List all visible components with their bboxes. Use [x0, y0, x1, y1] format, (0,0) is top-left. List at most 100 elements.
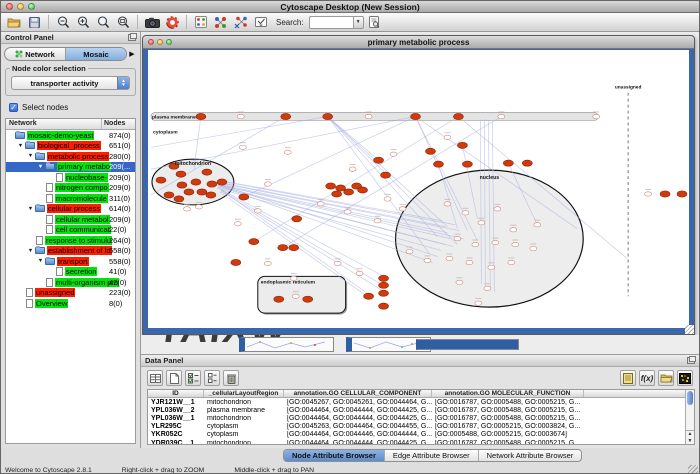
- create-attribute-icon[interactable]: [166, 370, 182, 386]
- table-column-header[interactable]: _cellularLayoutRegion: [204, 390, 284, 397]
- formula-builder-icon[interactable]: f(x): [639, 370, 655, 386]
- tree-row[interactable]: nitrogen compo209(0): [6, 183, 135, 194]
- gene-node[interactable]: [530, 246, 537, 250]
- gene-node-selected-function[interactable]: [522, 160, 532, 166]
- tree-row[interactable]: secretion41(0): [6, 267, 135, 278]
- select-attributes-icon[interactable]: [185, 370, 201, 386]
- gene-node-selected-function[interactable]: [281, 113, 291, 119]
- gene-node[interactable]: [344, 210, 351, 214]
- gene-node[interactable]: [239, 145, 246, 149]
- table-row[interactable]: YPL036W__1mitochondrion[GO:0044464, GO:0…: [148, 414, 694, 422]
- gene-node[interactable]: [444, 202, 451, 206]
- float-panel-icon[interactable]: [128, 34, 136, 41]
- tree-row[interactable]: Overview8(0): [6, 298, 135, 309]
- gene-node[interactable]: [472, 242, 479, 246]
- help-icon[interactable]: [163, 14, 181, 30]
- gene-node-selected-function[interactable]: [207, 181, 217, 187]
- gene-node-selected-function[interactable]: [433, 161, 443, 167]
- tree-column-nodes[interactable]: Nodes: [102, 119, 135, 129]
- gene-node-selected-function[interactable]: [323, 113, 333, 119]
- expand-arrow-icon[interactable]: ▼: [26, 206, 35, 212]
- tree-row[interactable]: ▼transport558(0): [6, 256, 135, 267]
- take-snapshot-icon[interactable]: [143, 14, 161, 30]
- gene-node-selected-function[interactable]: [184, 189, 194, 195]
- select-nodes-checkbox[interactable]: ✓: [9, 103, 18, 112]
- gene-node-selected-function[interactable]: [344, 189, 354, 195]
- gene-node-selected-function[interactable]: [177, 182, 187, 188]
- tree-row[interactable]: multi-organism pro42(0): [6, 277, 135, 288]
- gene-node-selected-function[interactable]: [503, 160, 513, 166]
- gene-node-selected-function[interactable]: [292, 216, 302, 222]
- gene-node-selected-function[interactable]: [217, 179, 227, 185]
- gene-node[interactable]: [494, 207, 501, 211]
- gene-node-selected-function[interactable]: [191, 179, 201, 185]
- gene-node-selected-function[interactable]: [379, 275, 389, 281]
- gene-node[interactable]: [593, 114, 600, 118]
- gene-node-selected-function[interactable]: [660, 191, 670, 197]
- gene-node[interactable]: [384, 197, 391, 201]
- gene-node[interactable]: [510, 228, 517, 232]
- tree-row[interactable]: ▼metabolic process280(0): [6, 151, 135, 162]
- gene-node[interactable]: [264, 182, 271, 186]
- more-tabs-arrow-icon[interactable]: ▶: [127, 50, 137, 58]
- gene-node-selected-function[interactable]: [274, 296, 284, 302]
- new-network-from-selection-icon[interactable]: [232, 14, 250, 30]
- gene-node-selected-function[interactable]: [364, 293, 374, 299]
- gene-node[interactable]: [424, 258, 431, 262]
- gene-node-selected-function[interactable]: [379, 290, 389, 296]
- gene-node[interactable]: [334, 261, 341, 265]
- table-row[interactable]: YPL036W__2plasma membrane[GO:0044464, GO…: [148, 406, 694, 414]
- unselect-attributes-icon[interactable]: [204, 370, 220, 386]
- gene-node[interactable]: [374, 219, 381, 223]
- gene-node-selected-function[interactable]: [202, 169, 212, 175]
- gene-node-selected-function[interactable]: [411, 113, 421, 119]
- table-row[interactable]: YLR295Ccytoplasm[GO:0045263, GO:0044464,…: [148, 423, 694, 431]
- table-scrollbar[interactable]: ▲▼: [685, 390, 694, 444]
- window-resize-grip[interactable]: [685, 325, 694, 334]
- gene-node[interactable]: [195, 205, 202, 209]
- gene-node[interactable]: [492, 240, 499, 244]
- tree-row[interactable]: ▼cellular process614(0): [6, 204, 135, 215]
- tree-row[interactable]: mosaic-demo-yeast874(0): [6, 130, 135, 141]
- zoom-in-icon[interactable]: [74, 14, 92, 30]
- expand-arrow-icon[interactable]: ▼: [36, 258, 45, 264]
- gene-node[interactable]: [264, 261, 271, 265]
- table-row[interactable]: YDR039C__1mitochondrion[GO:0044464, GO:0…: [148, 439, 694, 445]
- table-column-header[interactable]: annotation.GO MOLECULAR_FUNCTION: [432, 390, 584, 397]
- gene-node[interactable]: [478, 221, 485, 225]
- gene-node[interactable]: [466, 260, 473, 264]
- gene-node[interactable]: [488, 265, 495, 269]
- gene-node-selected-function[interactable]: [457, 142, 467, 148]
- gene-node-selected-function[interactable]: [239, 194, 249, 200]
- gene-node[interactable]: [234, 222, 241, 226]
- float-panel-icon[interactable]: [687, 357, 695, 364]
- gene-node[interactable]: [399, 207, 406, 211]
- gene-node[interactable]: [498, 114, 505, 118]
- gene-node-selected-function[interactable]: [196, 113, 206, 119]
- gene-node[interactable]: [406, 249, 413, 253]
- plasma-membrane-region[interactable]: [151, 113, 598, 121]
- gene-node-selected-function[interactable]: [381, 172, 391, 178]
- scrollbar-arrows-icon[interactable]: ▲▼: [686, 430, 694, 444]
- first-neighbors-icon[interactable]: [212, 14, 230, 30]
- gene-node-selected-function[interactable]: [278, 245, 288, 251]
- gene-node-selected-function[interactable]: [462, 161, 472, 167]
- tab-network-attribute-browser[interactable]: Network Attribute Browser: [479, 450, 582, 461]
- gene-node-selected-function[interactable]: [326, 183, 336, 189]
- gene-node[interactable]: [508, 260, 515, 264]
- expand-arrow-icon[interactable]: ▼: [36, 164, 45, 170]
- attribute-matrix-icon[interactable]: [677, 370, 693, 386]
- gene-node[interactable]: [254, 209, 261, 213]
- gene-node-selected-function[interactable]: [453, 113, 463, 119]
- gene-node-selected-function[interactable]: [379, 303, 389, 309]
- gene-node[interactable]: [444, 135, 451, 139]
- gene-node-selected-function[interactable]: [206, 192, 216, 198]
- gene-node[interactable]: [292, 294, 299, 298]
- minimized-network-window[interactable]: [239, 337, 334, 352]
- save-session-icon[interactable]: [25, 14, 43, 30]
- gene-node[interactable]: [356, 271, 363, 275]
- window-resize-grip[interactable]: [688, 465, 698, 474]
- table-row[interactable]: YKR052Ccytoplasm[GO:0044464, GO:0044446,…: [148, 431, 694, 439]
- table-column-header[interactable]: ID: [148, 390, 204, 397]
- gene-node-selected-function[interactable]: [303, 296, 313, 302]
